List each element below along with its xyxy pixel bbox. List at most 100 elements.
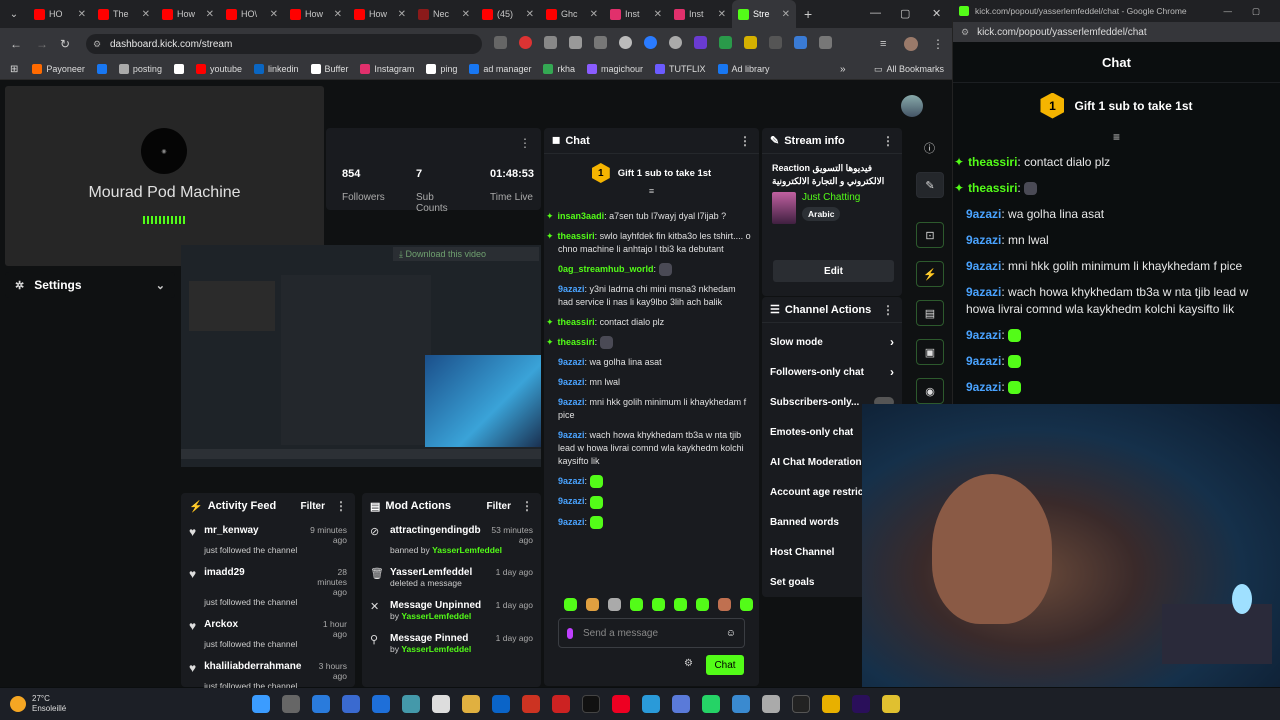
stream-preview[interactable]: ⤓ Download this video xyxy=(181,245,541,467)
browser-tab[interactable]: The ✕ xyxy=(92,0,156,28)
browser-tab[interactable]: How ✕ xyxy=(348,0,412,28)
chat-message[interactable]: 9azazi: wa golha lina asat xyxy=(558,356,753,369)
tab-close-icon[interactable]: ✕ xyxy=(398,9,406,20)
mod-action-user[interactable]: YasserLemfeddel xyxy=(401,611,471,621)
browser-tab[interactable]: HO\ ✕ xyxy=(220,0,284,28)
all-bookmarks[interactable]: ▭ All Bookmarks xyxy=(874,64,944,75)
mic-icon[interactable] xyxy=(567,627,573,639)
activity-user[interactable]: khaliliabderrahmane xyxy=(204,661,301,681)
tab-close-icon[interactable]: ✕ xyxy=(462,9,470,20)
chat-message[interactable]: 9azazi: mn lwal xyxy=(966,232,1270,249)
bookmark-item[interactable]: Payoneer xyxy=(32,64,85,74)
bookmark-item[interactable]: youtube xyxy=(195,64,242,74)
extension-icon[interactable] xyxy=(719,36,732,49)
tab-close-icon[interactable]: ✕ xyxy=(142,9,150,20)
extension-icon[interactable] xyxy=(494,36,507,49)
media-icon[interactable]: ≡ xyxy=(880,38,886,50)
close-icon[interactable]: ✕ xyxy=(932,7,941,20)
chat-username[interactable]: 9azazi xyxy=(966,207,1001,221)
forward-icon[interactable]: → xyxy=(36,37,48,51)
minimize-icon[interactable]: — xyxy=(1223,6,1232,16)
task-view-icon[interactable] xyxy=(282,695,301,713)
mod-action-item[interactable]: ⚲ Message Pinned 1 day ago by YasserLemfedd… xyxy=(362,627,541,660)
chrome-icon[interactable] xyxy=(822,695,841,713)
chat-message[interactable]: ✦ theassiri: xyxy=(954,180,1270,197)
chat-message[interactable]: 9azazi: mni hkk golih minimum li khaykhe… xyxy=(966,258,1270,275)
browser-tab[interactable]: How ✕ xyxy=(284,0,348,28)
chat-username[interactable]: theassiri xyxy=(558,317,595,327)
activity-menu-icon[interactable]: ⋮ xyxy=(335,499,347,513)
browser-tab[interactable]: Ghc ✕ xyxy=(540,0,604,28)
bookmark-item[interactable]: posting xyxy=(118,64,162,74)
chat-username[interactable]: theassiri xyxy=(968,181,1017,195)
pencil-tool-button[interactable]: ✎ xyxy=(916,172,944,198)
mod-action-user[interactable]: YasserLemfeddel xyxy=(401,644,471,654)
app-icon[interactable] xyxy=(432,695,451,713)
maximize-icon[interactable]: ▢ xyxy=(900,7,910,20)
tab-close-icon[interactable]: ✕ xyxy=(782,9,790,20)
emote-icon[interactable] xyxy=(564,598,577,611)
emote-icon[interactable] xyxy=(630,598,643,611)
stream-info-menu-icon[interactable]: ⋮ xyxy=(882,134,894,148)
app-icon[interactable] xyxy=(552,695,571,713)
chat-username[interactable]: theassiri xyxy=(558,337,595,347)
pinned-toggle-icon[interactable]: ≡ xyxy=(953,130,1280,144)
popout-gift-banner[interactable]: 1 Gift 1 sub to take 1st xyxy=(953,82,1280,128)
settings-toggle[interactable]: ✲ Settings ⌄ xyxy=(5,272,175,298)
stats-menu-icon[interactable]: ⋮ xyxy=(519,136,531,150)
chat-message[interactable]: 9azazi: xyxy=(966,327,1270,344)
download-video-button[interactable]: ⤓ Download this video xyxy=(393,247,539,261)
chat-username[interactable]: 9azazi xyxy=(966,233,1001,247)
chat-message[interactable]: 9azazi: mni hkk golih minimum li khaykhe… xyxy=(558,396,753,422)
chat-message[interactable]: 9azazi: y3ni ladrna chi mini msna3 nkhed… xyxy=(558,283,753,309)
reload-icon[interactable]: ↻ xyxy=(60,37,70,51)
puzzle-icon[interactable] xyxy=(819,36,832,49)
chat-username[interactable]: 0ag_streamhub_world xyxy=(558,264,654,274)
apps-icon[interactable]: ⊞ xyxy=(10,64,18,75)
menu-icon[interactable]: ⋮ xyxy=(932,37,944,51)
chat-username[interactable]: 9azazi xyxy=(966,285,1001,299)
chat-username[interactable]: 9azazi xyxy=(558,496,585,506)
browser-tab[interactable]: How ✕ xyxy=(156,0,220,28)
mod-action-item[interactable]: ⊘ attractingendingdb 53 minutes ago banned … xyxy=(362,519,541,561)
chat-username[interactable]: 9azazi xyxy=(966,259,1001,273)
windows-start-icon[interactable] xyxy=(252,695,271,713)
chat-username[interactable]: 9azazi xyxy=(966,380,1001,394)
chat-message[interactable]: ✦ theassiri: swlo layhfdek fin kitba3o le… xyxy=(546,230,753,256)
flash-button[interactable]: ⚡ xyxy=(916,261,944,287)
more-bookmarks-icon[interactable]: » xyxy=(840,64,846,75)
browser-tab[interactable]: (45) ✕ xyxy=(476,0,540,28)
opera-icon[interactable] xyxy=(522,695,541,713)
mod-menu-icon[interactable]: ⋮ xyxy=(521,499,533,513)
chat-username[interactable]: 9azazi xyxy=(966,354,1001,368)
browser-tab[interactable]: Stre ✕ xyxy=(732,0,796,28)
activity-user[interactable]: imadd29 xyxy=(204,567,245,597)
chat-message[interactable]: 9azazi: xyxy=(966,379,1270,396)
send-chat-button[interactable]: Chat xyxy=(706,655,744,675)
chat-username[interactable]: 9azazi xyxy=(558,357,585,367)
chat-message[interactable]: 0ag_streamhub_world: xyxy=(558,263,753,277)
bookmark-item[interactable]: ping xyxy=(426,64,457,74)
extension-icon[interactable] xyxy=(544,36,557,49)
extension-icon[interactable] xyxy=(619,36,632,49)
chat-settings-icon[interactable]: ⚙ xyxy=(684,658,693,669)
chat-message[interactable]: ✦ insan3aadi: a7sen tub l7wayj dyal l7ija… xyxy=(546,210,753,223)
category-link[interactable]: Just Chatting xyxy=(802,192,860,203)
profile-avatar[interactable] xyxy=(904,36,918,51)
broadcast-button[interactable]: ◉ xyxy=(916,378,944,404)
notion-icon[interactable] xyxy=(792,695,811,713)
extension-icon[interactable] xyxy=(569,36,582,49)
mod-action-item[interactable]: 🗑 YasserLemfeddel 1 day ago deleted a messa… xyxy=(362,561,541,594)
tab-close-icon[interactable]: ✕ xyxy=(78,9,86,20)
extension-icon[interactable] xyxy=(794,36,807,49)
bookmark-item[interactable]: linkedin xyxy=(253,64,299,74)
chat-username[interactable]: 9azazi xyxy=(558,284,585,294)
mod-action-user[interactable]: YasserLemfeddel xyxy=(432,545,502,555)
emote-icon[interactable] xyxy=(674,598,687,611)
chat-message[interactable]: 9azazi: mn lwal xyxy=(558,376,753,389)
site-info-icon[interactable]: ⚙ xyxy=(93,39,101,50)
chat-tool-button[interactable]: ▣ xyxy=(916,339,944,365)
copilot-icon[interactable] xyxy=(312,695,331,713)
extension-icon[interactable] xyxy=(769,36,782,49)
extension-icon[interactable] xyxy=(744,36,757,49)
